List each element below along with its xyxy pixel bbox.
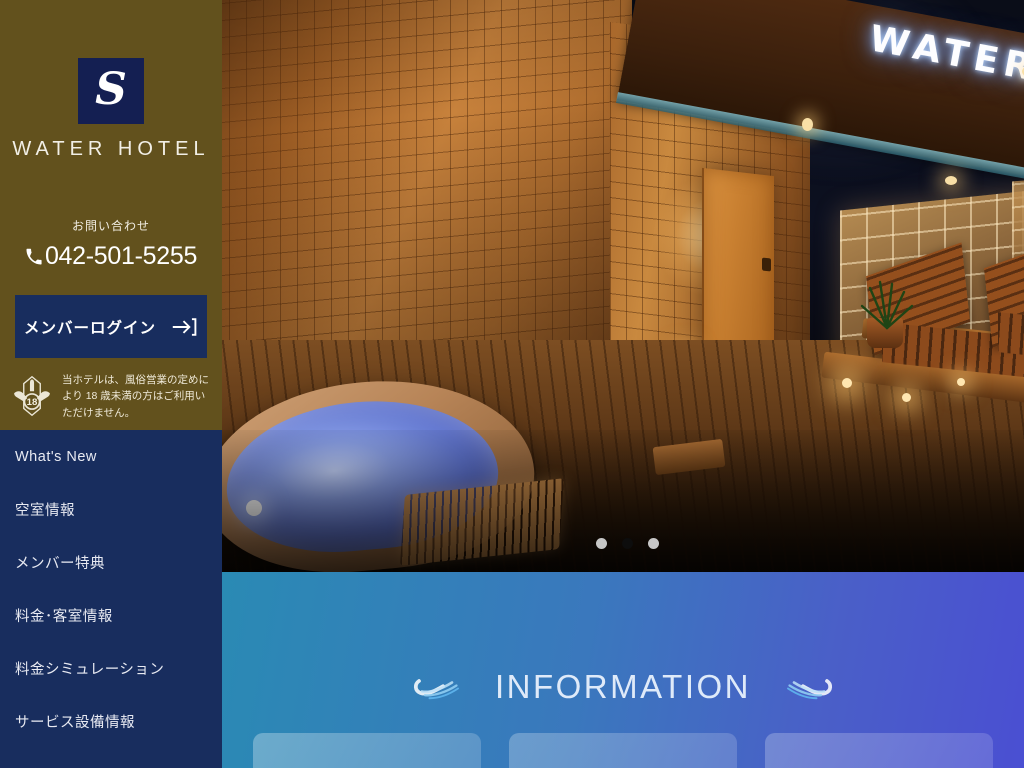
sidebar-item-label: 料金シミュレーション <box>15 662 165 678</box>
information-heading: INFORMATION <box>222 572 1024 706</box>
phone-row[interactable]: 042-501-5255 <box>0 242 222 271</box>
age-badge-text: 18 <box>27 397 38 408</box>
sidebar-item-member-benefits[interactable]: メンバー特典 <box>0 536 222 589</box>
logo-wordmark: WATER HOTEL <box>12 138 210 160</box>
carousel-dot-1[interactable] <box>596 538 607 549</box>
login-arrow-icon <box>172 317 197 336</box>
logo-mark-letter: S <box>95 64 127 115</box>
carousel-dot-2[interactable] <box>622 538 633 549</box>
page-root: S WATER HOTEL お問い合わせ 042-501-5255 メンバーログ… <box>0 0 1024 768</box>
age-restriction-notice: 18 当ホテルは、風俗営業の定めにより 18 歳未満の方はご利用いただけません。 <box>0 372 222 421</box>
information-cards <box>222 733 1024 768</box>
sidebar: S WATER HOTEL お問い合わせ 042-501-5255 メンバーログ… <box>0 0 222 768</box>
deck-shadow-overlay <box>222 430 1024 572</box>
sidebar-item-vacancy[interactable]: 空室情報 <box>0 483 222 536</box>
site-logo[interactable]: S WATER HOTEL <box>0 0 222 161</box>
sidebar-item-label: What's New <box>15 448 97 465</box>
wave-ornament-icon <box>787 679 833 700</box>
member-login-button[interactable]: メンバーログイン <box>15 295 207 358</box>
information-title: INFORMATION <box>494 668 752 705</box>
deck-floor-light <box>957 378 965 386</box>
sidebar-item-label: アクセス <box>15 764 74 768</box>
deck-floor-light <box>842 378 852 388</box>
information-card[interactable] <box>509 733 737 768</box>
sidebar-item-label: メンバー特典 <box>15 556 105 572</box>
wall-lamp <box>945 176 957 185</box>
logo-mark-icon: S <box>78 58 144 124</box>
information-card[interactable] <box>253 733 481 768</box>
sidebar-item-label: 料金･客室情報 <box>15 609 113 625</box>
information-card[interactable] <box>765 733 993 768</box>
sidebar-item-access[interactable]: アクセス <box>0 748 222 768</box>
sidebar-item-label: 空室情報 <box>15 503 75 519</box>
hero-carousel[interactable]: WATER HOTEL <box>222 0 1024 572</box>
wall-lamp <box>802 118 813 131</box>
age-notice-text: 当ホテルは、風俗営業の定めにより 18 歳未満の方はご利用いただけません。 <box>62 374 209 419</box>
door-handle-icon <box>762 257 771 272</box>
sidebar-nav: What's New 空室情報 メンバー特典 料金･客室情報 料金シミュレーショ… <box>0 430 222 768</box>
sidebar-item-rate-simulation[interactable]: 料金シミュレーション <box>0 642 222 695</box>
sidebar-item-whats-new[interactable]: What's New <box>0 430 222 483</box>
main-content: WATER HOTEL <box>222 0 1024 768</box>
phone-number: 042-501-5255 <box>44 242 198 270</box>
age-18-badge-icon: 18 <box>14 375 50 417</box>
carousel-dots <box>596 538 659 549</box>
wave-ornament-icon <box>413 679 459 700</box>
sidebar-item-label: サービス設備情報 <box>15 715 135 731</box>
phone-icon <box>26 248 42 264</box>
member-login-label: メンバーログイン <box>23 319 156 337</box>
sidebar-item-service-facilities[interactable]: サービス設備情報 <box>0 695 222 748</box>
sidebar-item-rates-rooms[interactable]: 料金･客室情報 <box>0 589 222 642</box>
plant-foliage <box>860 280 914 330</box>
carousel-dot-3[interactable] <box>648 538 659 549</box>
information-section: INFORMATION <box>222 572 1024 768</box>
contact-label: お問い合わせ <box>71 219 150 233</box>
deck-floor-light <box>902 393 911 402</box>
